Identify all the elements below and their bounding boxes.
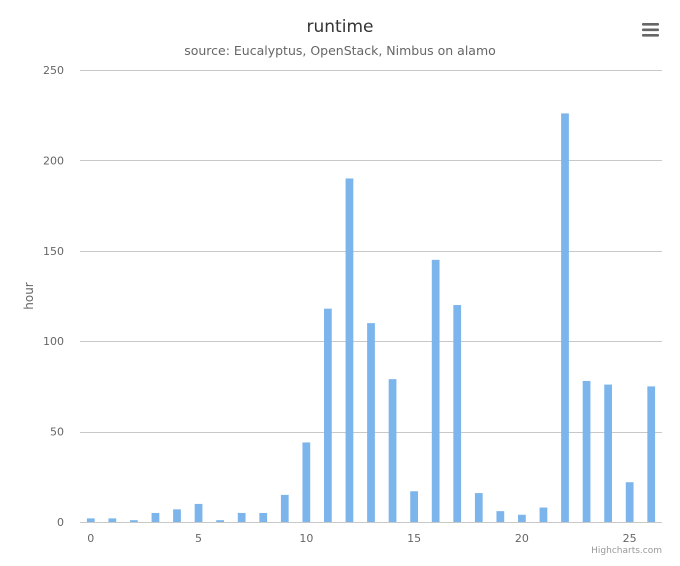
bar-24[interactable] [604,384,612,522]
bar-2[interactable] [130,520,138,522]
bar-22[interactable] [561,113,569,522]
x-tick-label: 10 [299,532,313,545]
bar-15[interactable] [410,491,418,522]
hamburger-menu-icon [642,23,659,37]
y-axis-ticks: 0 50 100 150 200 250 [43,64,64,529]
bar-14[interactable] [388,379,397,522]
x-tick-label: 25 [623,532,637,545]
bar-11[interactable] [324,308,332,522]
bar-0[interactable] [86,518,95,522]
bar-10[interactable] [302,442,311,522]
bar-3[interactable] [151,512,160,522]
x-tick-label: 15 [407,532,421,545]
credits-link[interactable]: Highcharts.com [591,546,662,556]
x-tick-label: 20 [515,532,529,545]
bar-4[interactable] [173,509,181,522]
menu-button[interactable] [636,16,666,42]
bar-8[interactable] [259,512,268,522]
y-tick-label: 100 [43,335,64,348]
chart-title: runtime [307,17,374,37]
bar-7[interactable] [237,512,246,522]
y-tick-label: 0 [57,516,64,529]
y-tick-label: 50 [50,426,64,439]
y-axis-title: hour [22,282,36,310]
bar-20[interactable] [518,514,526,522]
bar-9[interactable] [280,494,289,522]
bar-21[interactable] [539,507,548,522]
bar-25[interactable] [625,482,634,522]
bar-13[interactable] [367,323,375,522]
y-tick-label: 150 [43,245,64,258]
bar-6[interactable] [216,520,224,522]
x-axis-ticks: 0 5 10 15 20 25 [87,532,636,545]
chart-container: runtime source: Eucalyptus, OpenStack, N… [0,0,680,566]
x-tick-label: 0 [87,532,94,545]
y-tick-label: 250 [43,64,64,77]
bar-1[interactable] [108,518,117,522]
bar-17[interactable] [453,305,462,522]
bar-18[interactable] [474,493,483,522]
bar-12[interactable] [345,178,354,523]
chart-svg: runtime source: Eucalyptus, OpenStack, N… [22,16,666,556]
bar-16[interactable] [431,259,440,522]
bar-series [86,113,656,523]
y-tick-label: 200 [43,154,64,167]
chart-subtitle: source: Eucalyptus, OpenStack, Nimbus on… [184,43,496,58]
bar-19[interactable] [496,511,505,522]
x-tick-label: 5 [195,532,202,545]
bar-26[interactable] [647,386,656,522]
bar-5[interactable] [194,503,203,522]
bar-23[interactable] [582,380,591,522]
